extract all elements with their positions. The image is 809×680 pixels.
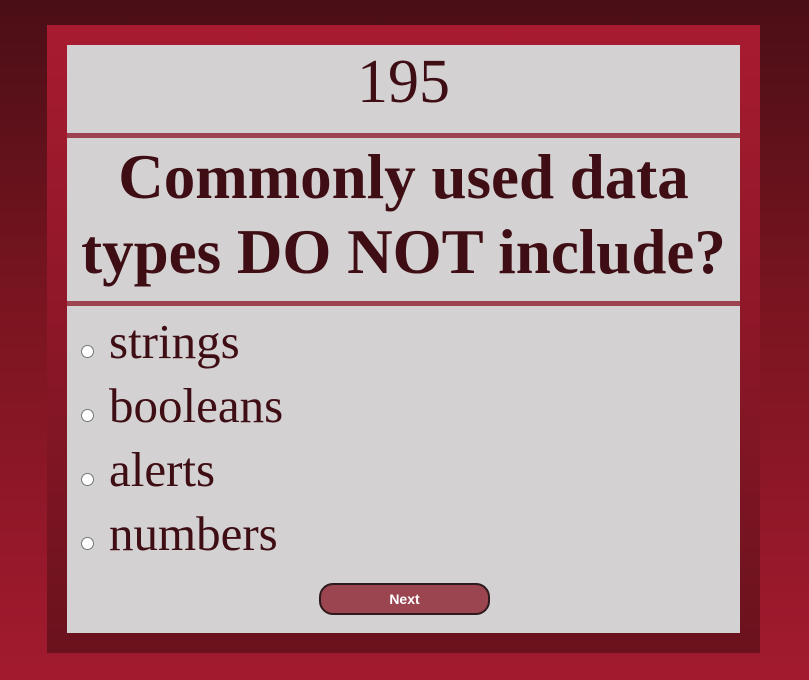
choice-label: booleans: [109, 378, 284, 433]
timer-display: 195: [357, 48, 450, 116]
answer-choices: strings booleans alerts numbers: [81, 310, 721, 566]
choice-alerts[interactable]: alerts: [81, 438, 721, 502]
choice-label: numbers: [109, 506, 278, 561]
choice-booleans[interactable]: booleans: [81, 374, 721, 438]
radio-button[interactable]: [81, 408, 94, 422]
next-button[interactable]: Next: [319, 583, 490, 615]
radio-button[interactable]: [81, 472, 94, 486]
choice-strings[interactable]: strings: [81, 310, 721, 374]
question-text: Commonly used data types DO NOT include?: [81, 142, 726, 287]
radio-button[interactable]: [81, 536, 94, 550]
radio-button[interactable]: [81, 344, 94, 358]
quiz-panel: 195 Commonly used data types DO NOT incl…: [67, 45, 740, 633]
choice-label: alerts: [109, 442, 216, 497]
divider: [67, 301, 740, 306]
divider: [67, 133, 740, 138]
choice-label: strings: [109, 314, 240, 369]
quiz-frame: 195 Commonly used data types DO NOT incl…: [47, 25, 760, 653]
choice-numbers[interactable]: numbers: [81, 502, 721, 566]
